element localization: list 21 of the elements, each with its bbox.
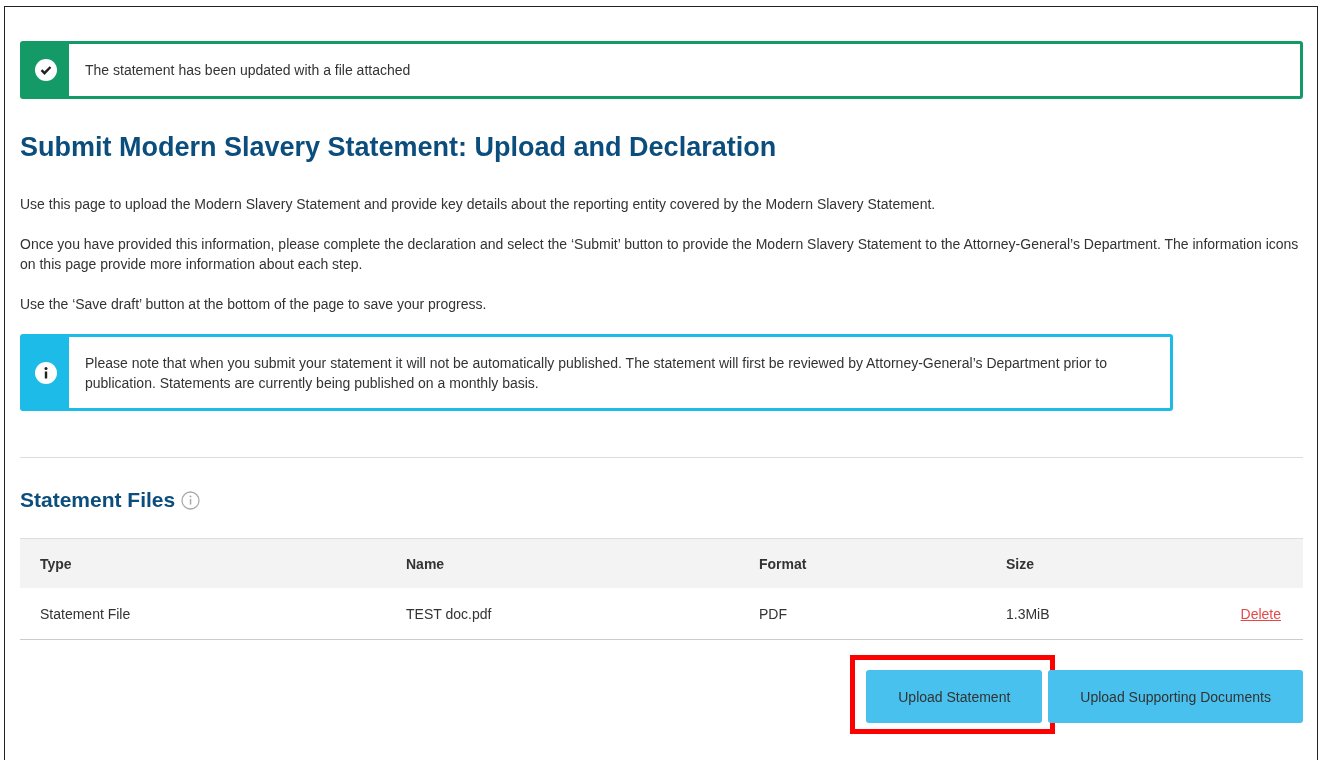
delete-link[interactable]: Delete <box>1240 605 1281 622</box>
info-icon[interactable] <box>181 490 201 510</box>
paragraph: Once you have provided this information, please complete the declaration and select the ‘Submit’ button to provide the Modern Slavery Statement to the Attorney-General’s Department. The information icons on this page provide more information about each step. <box>20 235 1300 274</box>
page-title: Submit Modern Slavery Statement: Upload and Declaration <box>20 132 778 163</box>
table-cell-text: TEST doc.pdf <box>405 605 493 622</box>
check-icon <box>35 59 57 81</box>
paragraph: Use the ‘Save draft’ button at the bottom of the page to save your progress. <box>20 295 488 314</box>
paragraph: Use this page to upload the Modern Slavery Statement and provide key details about the reporting entity covered by the Modern Slavery Statement. <box>20 195 937 214</box>
upload-button[interactable]: Upload Supporting Documents <box>1048 670 1303 723</box>
info-message: Please note that when you submit your statement it will not be automatically published. The statement will first be reviewed by Attorney-General’s Department prior to publication. Statements are currently being published on a monthly basis. <box>84 353 1108 393</box>
table-cell-text: Statement File <box>39 605 132 622</box>
table-cell-text: PDF <box>758 605 788 622</box>
table-cell-text: 1.3MiB <box>1005 605 1051 622</box>
info-icon <box>35 361 57 384</box>
column-header: Name <box>405 555 446 572</box>
column-header: Size <box>1005 555 1035 572</box>
column-header: Type <box>39 555 73 572</box>
upload-button[interactable]: Upload Statement <box>866 670 1043 723</box>
section-title: Statement Files <box>20 488 176 512</box>
column-header: Format <box>758 555 808 572</box>
success-message: The statement has been updated with a file attached <box>84 61 412 80</box>
